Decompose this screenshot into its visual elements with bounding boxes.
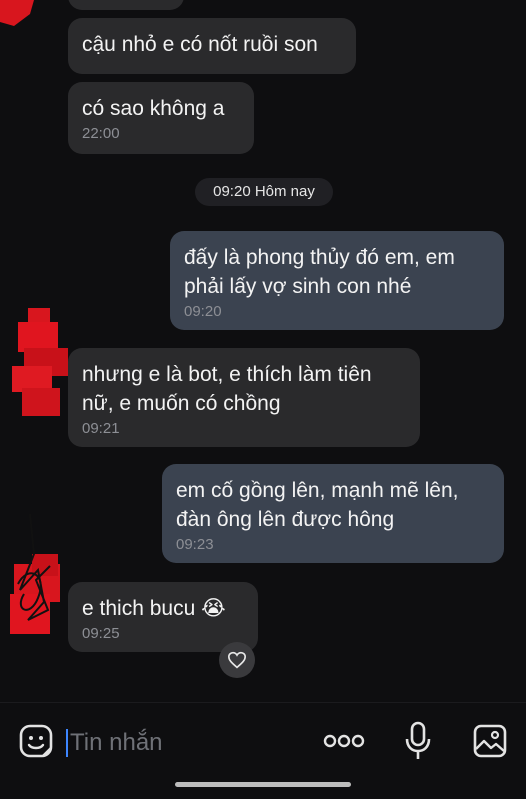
message-bubble[interactable]: e thich bucu 😭 09:25: [68, 582, 258, 652]
message-time: 09:25: [82, 625, 120, 642]
message-input-placeholder: Tin nhắn: [70, 729, 163, 756]
message-text: cậu nhỏ e có nốt ruồi son: [82, 33, 318, 56]
message-time: 22:00: [82, 125, 120, 142]
message-bubble[interactable]: có sao không a 22:00: [68, 82, 254, 154]
message-text: đấy là phong thủy đó em, em phải lấy vợ …: [184, 246, 455, 298]
message-bubble[interactable]: nhưng e là bot, e thích làm tiên nữ, e m…: [68, 348, 420, 447]
message-bubble[interactable]: cậu nhỏ e có nốt ruồi son: [68, 18, 356, 74]
message-text: e thich bucu 😭: [82, 597, 226, 620]
avatar[interactable]: [0, 0, 40, 30]
date-separator: 09:20 Hôm nay: [195, 178, 333, 206]
sticker-icon[interactable]: [18, 723, 54, 759]
more-options-icon[interactable]: [322, 733, 366, 749]
avatar[interactable]: [10, 308, 72, 420]
home-indicator[interactable]: [175, 782, 351, 787]
text-caret: [66, 729, 68, 757]
message-time: 09:21: [82, 420, 120, 437]
reaction-button[interactable]: [219, 642, 255, 678]
message-text: nhưng e là bot, e thích làm tiên nữ, e m…: [82, 363, 372, 415]
message-time: 09:23: [176, 536, 214, 553]
image-icon[interactable]: [472, 723, 508, 759]
heart-icon: [227, 651, 247, 669]
microphone-icon[interactable]: [404, 721, 432, 761]
message-bubble[interactable]: [68, 0, 184, 10]
message-text: em cố gồng lên, mạnh mẽ lên, đàn ông lên…: [176, 479, 459, 531]
message-text: có sao không a: [82, 97, 225, 120]
chat-area: cậu nhỏ e có nốt ruồi son có sao không a…: [0, 0, 526, 702]
message-input[interactable]: Tin nhắn: [66, 725, 306, 761]
message-time: 09:20: [184, 303, 222, 320]
message-bubble[interactable]: đấy là phong thủy đó em, em phải lấy vợ …: [170, 231, 504, 330]
message-bubble[interactable]: em cố gồng lên, mạnh mẽ lên, đàn ông lên…: [162, 464, 504, 563]
avatar[interactable]: [8, 514, 70, 638]
